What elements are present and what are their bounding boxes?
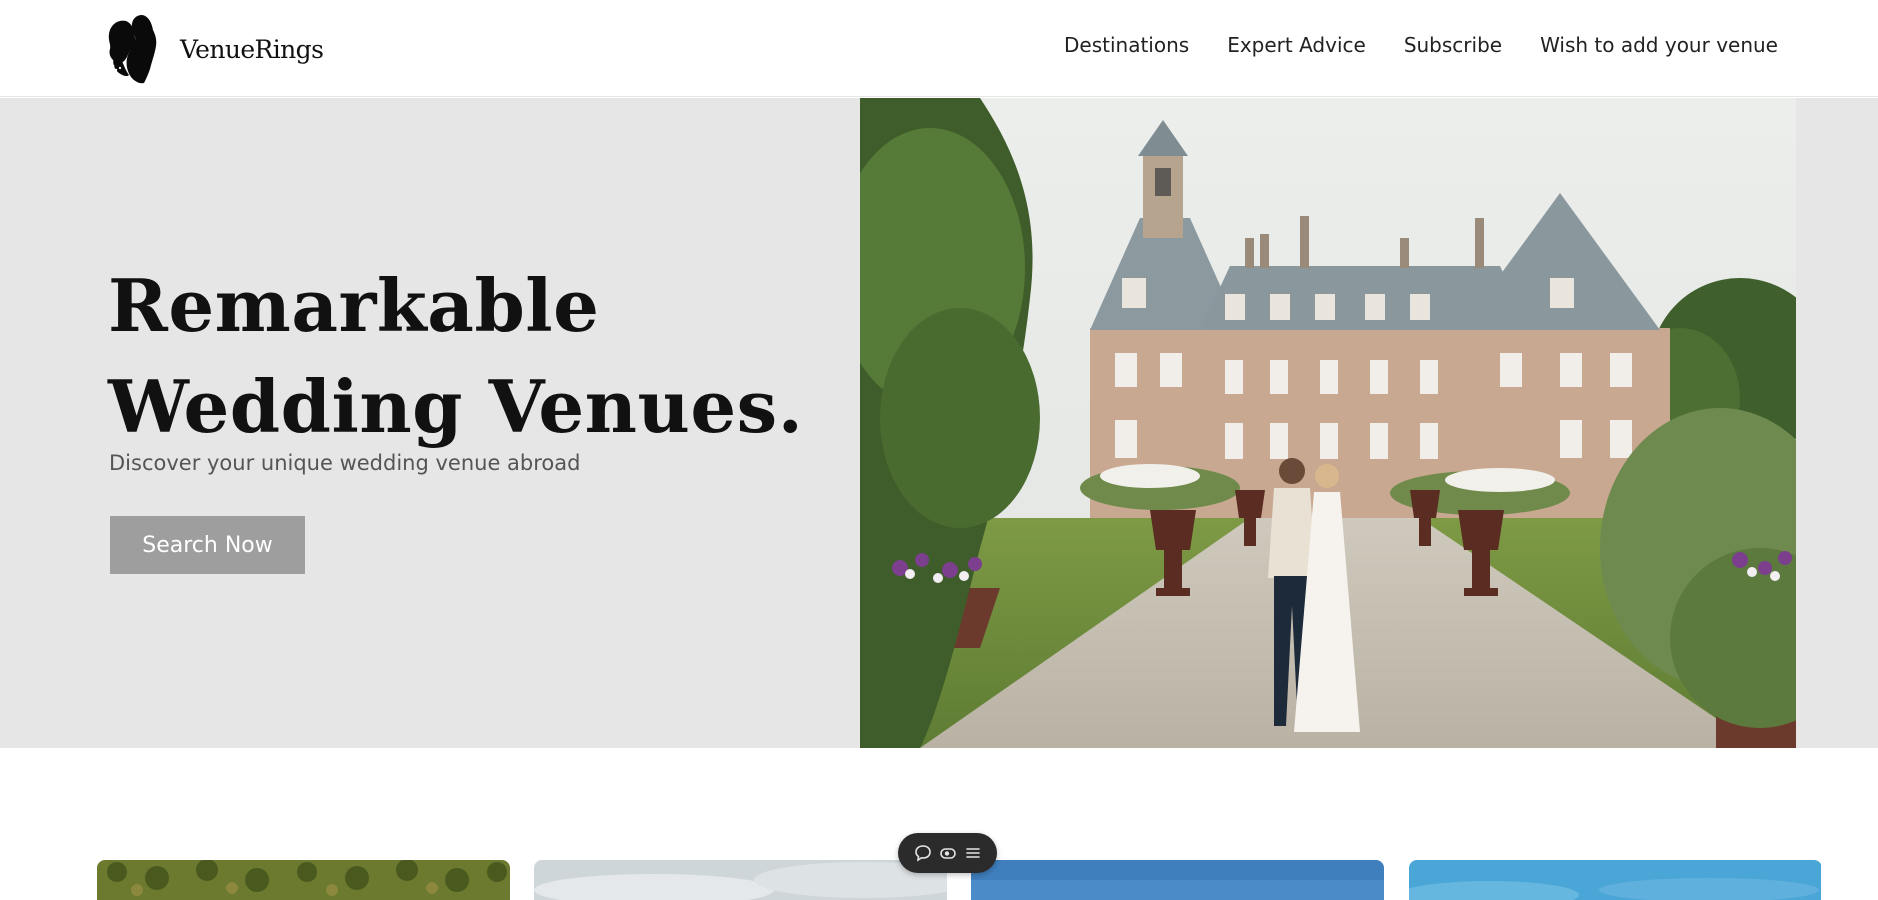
hero-title: Remarkable Wedding Venues. — [108, 255, 803, 457]
hero-subtitle: Discover your unique wedding venue abroa… — [109, 451, 581, 475]
logo-text: VenueRings — [180, 34, 324, 64]
floating-toolbar — [898, 833, 997, 873]
olive-grove-photo — [97, 860, 510, 900]
venue-card-2[interactable] — [534, 860, 947, 900]
menu-icon[interactable] — [963, 843, 983, 863]
nav-link-destinations[interactable]: Destinations — [1064, 33, 1189, 57]
bright-sky-photo — [1409, 860, 1821, 900]
cloudy-sky-photo — [534, 860, 947, 900]
site-header: VenueRings Destinations Expert Advice Su… — [0, 0, 1878, 97]
eye-toggle-icon[interactable] — [938, 843, 958, 863]
chateau-wedding-couple-photo — [860, 98, 1796, 748]
site-logo[interactable]: VenueRings — [102, 13, 324, 85]
hero-title-line-2: Wedding Venues. — [108, 364, 804, 449]
couple-silhouette-logo-icon — [108, 15, 157, 84]
venue-card-1[interactable] — [97, 860, 510, 900]
nav-link-expert-advice[interactable]: Expert Advice — [1227, 33, 1366, 57]
hero-photo — [860, 98, 1796, 748]
search-now-button[interactable]: Search Now — [110, 516, 305, 574]
venue-card-3[interactable] — [971, 860, 1384, 900]
chat-bubble-icon[interactable] — [913, 843, 933, 863]
blue-sky-photo — [971, 860, 1384, 900]
main-nav: Destinations Expert Advice Subscribe Wis… — [1064, 33, 1778, 57]
hero-title-line-1: Remarkable — [108, 263, 600, 348]
nav-link-add-venue[interactable]: Wish to add your venue — [1540, 33, 1778, 57]
hero-section: Remarkable Wedding Venues. Discover your… — [0, 98, 1878, 748]
nav-link-subscribe[interactable]: Subscribe — [1404, 33, 1502, 57]
venue-card-4[interactable] — [1409, 860, 1822, 900]
